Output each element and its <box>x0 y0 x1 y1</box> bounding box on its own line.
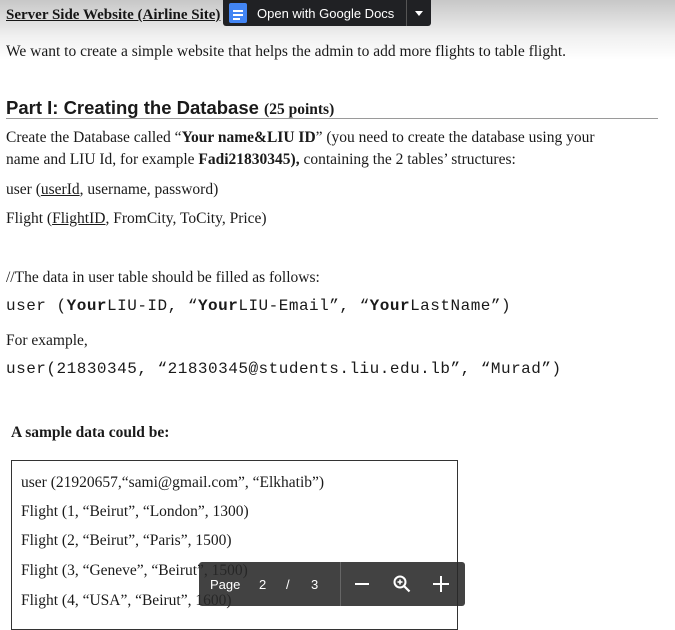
google-docs-icon <box>229 3 247 23</box>
flight-table-structure: Flight (FlightID, FromCity, ToCity, Pric… <box>6 208 267 230</box>
sample-title: A sample data could be: <box>11 424 170 441</box>
code-bold: Your <box>369 297 411 315</box>
text-span: Create the Database called “ <box>6 129 182 146</box>
open-with-label: Open with Google Docs <box>257 5 395 21</box>
total-pages: 3 <box>311 577 319 592</box>
zoom-out-icon[interactable] <box>355 583 369 585</box>
code-bold: Your <box>66 297 108 315</box>
example-bold: Fadi21830345), <box>198 151 300 168</box>
heading-divider <box>6 118 658 119</box>
flight-primary-key: FlightID <box>52 210 106 227</box>
code-span: LastName”) <box>410 297 512 315</box>
text-span: Flight ( <box>6 210 53 227</box>
open-with-google-docs-button[interactable]: Open with Google Docs <box>223 0 431 26</box>
chevron-down-icon[interactable] <box>407 0 431 26</box>
code-span: user ( <box>6 297 67 315</box>
current-page-input[interactable]: 2 <box>259 577 266 592</box>
zoom-in-icon[interactable] <box>433 576 449 592</box>
page-navigator: Page 2 / 3 <box>199 562 465 606</box>
code-span: LIU-ID, “ <box>107 297 198 315</box>
text-span: , username, password) <box>79 181 219 198</box>
sample-line: Flight (1, “Beirut”, “London”, 1300) <box>21 503 249 520</box>
document-title: Server Side Website (Airline Site) <box>6 7 221 23</box>
create-db-line-2: name and LIU Id, for example Fadi2183034… <box>6 149 516 171</box>
user-primary-key: userId <box>40 181 80 198</box>
text-span: ” (you need to create the database using… <box>315 129 595 146</box>
code-span: LIU-Email”, “ <box>238 297 370 315</box>
text-span: containing the 2 tables’ structures: <box>299 151 516 168</box>
page-label: Page <box>210 577 241 592</box>
sample-line: Flight (2, “Beirut”, “Paris”, 1500) <box>21 532 232 549</box>
example-code: user(21830345, “21830345@students.liu.ed… <box>6 360 562 378</box>
part-heading-text: Part I: Creating the Database <box>6 97 259 118</box>
zoom-fit-icon[interactable] <box>393 575 411 593</box>
example-label: For example, <box>6 332 88 349</box>
create-db-line-1: Create the Database called “Your name&LI… <box>6 127 595 149</box>
text-span: name and LIU Id, for example <box>6 151 199 168</box>
db-name-bold: Your name&LIU ID <box>181 129 316 146</box>
comment-line: //The data in user table should be fille… <box>6 269 320 286</box>
user-format-code: user (YourLIU-ID, “YourLIU-Email”, “Your… <box>6 297 511 315</box>
page-separator: / <box>286 577 290 592</box>
pager-divider <box>340 562 341 606</box>
text-span: , FromCity, ToCity, Price) <box>105 210 267 227</box>
code-bold: Your <box>197 297 239 315</box>
intro-paragraph: We want to create a simple website that … <box>6 43 567 60</box>
text-span: user ( <box>6 181 41 198</box>
part-heading: Part I: Creating the Database (25 points… <box>6 97 334 119</box>
sample-line: user (21920657,“sami@gmail.com”, “Elkhat… <box>21 474 325 491</box>
user-table-structure: user (userId, username, password) <box>6 179 218 201</box>
part-points: (25 points) <box>264 101 335 118</box>
